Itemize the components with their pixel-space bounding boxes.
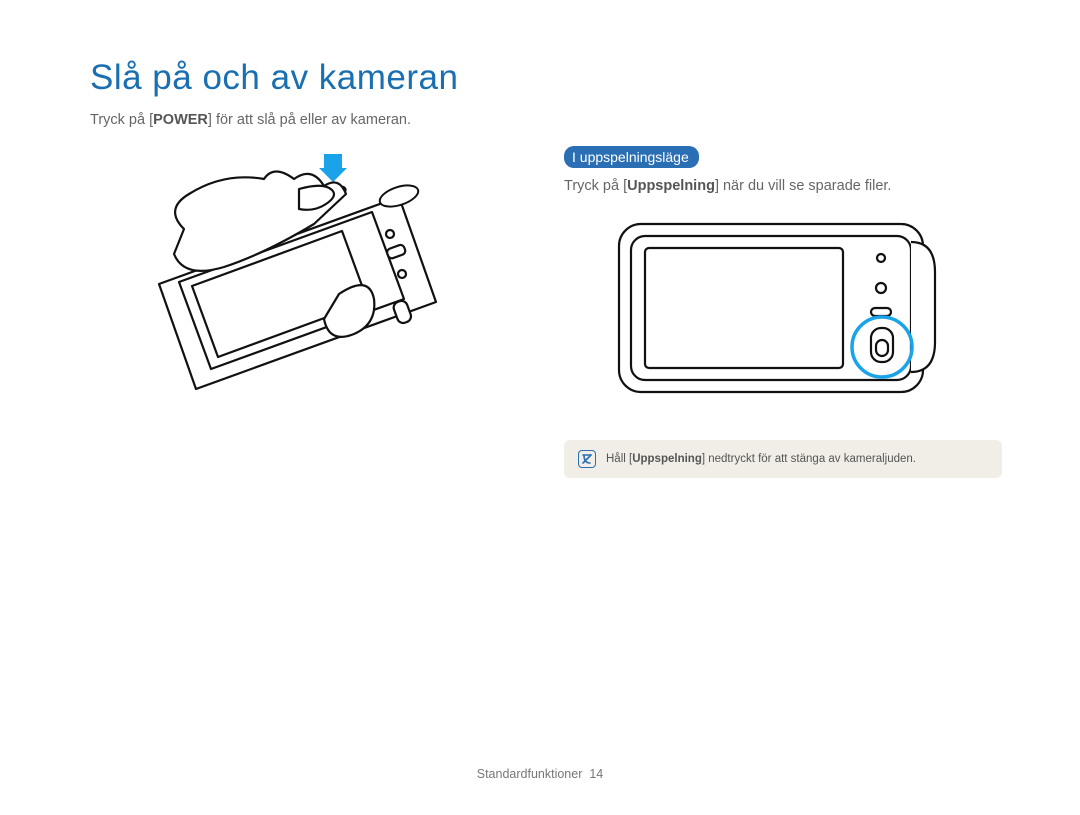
- footer-label: Standardfunktioner: [477, 767, 583, 781]
- page-title: Slå på och av kameran: [90, 58, 1002, 98]
- note-prefix: Håll [: [606, 453, 632, 465]
- playback-key: Uppspelning: [627, 178, 715, 194]
- playback-prefix: Tryck på [: [564, 178, 627, 194]
- note-text: Håll [Uppspelning] nedtryckt för att stä…: [606, 453, 916, 465]
- playback-instruction: Tryck på [Uppspelning] när du vill se sp…: [564, 178, 1002, 194]
- playback-suffix: ] när du vill se sparade ﬁler.: [715, 178, 892, 194]
- page-footer: Standardfunktioner 14: [0, 767, 1080, 781]
- intro-suffix: ] för att slå på eller av kameran.: [208, 112, 411, 128]
- intro-key: POWER: [153, 112, 208, 128]
- note-key: Uppspelning: [632, 453, 702, 465]
- note-suffix: ] nedtryckt för att stänga av kameraljud…: [702, 453, 916, 465]
- playback-heading: I uppspelningsläge: [564, 146, 699, 168]
- note-box: Håll [Uppspelning] nedtryckt för att stä…: [564, 440, 1002, 478]
- footer-page: 14: [589, 767, 603, 781]
- figure-camera-hand: [90, 154, 528, 414]
- intro-text: Tryck på [POWER] för att slå på eller av…: [90, 112, 528, 128]
- arrow-down-icon: [319, 154, 347, 182]
- note-icon: [578, 450, 596, 468]
- figure-camera-playback: [564, 212, 1002, 412]
- intro-prefix: Tryck på [: [90, 112, 153, 128]
